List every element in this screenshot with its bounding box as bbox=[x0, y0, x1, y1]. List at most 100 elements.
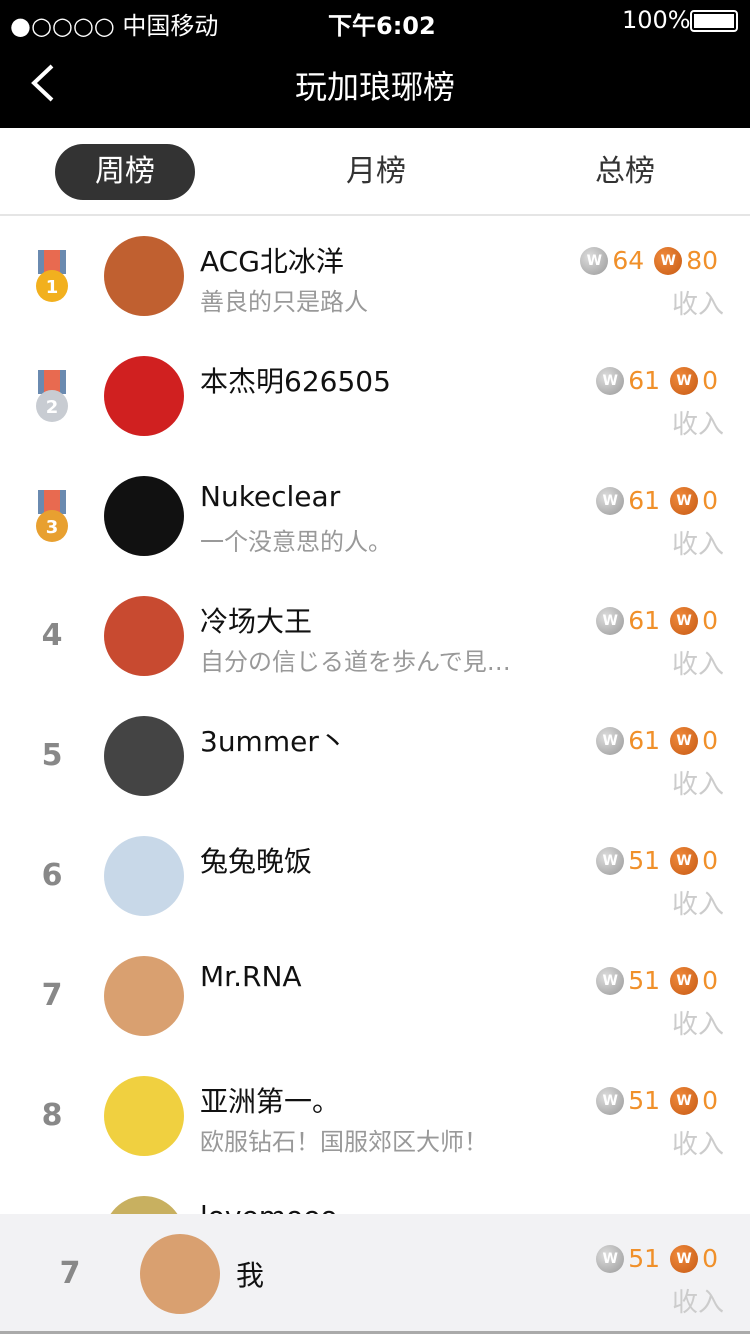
bronze-medal-icon: 3 bbox=[36, 490, 68, 542]
silver-coin-icon: W bbox=[596, 1086, 625, 1115]
income-label: 收入 bbox=[671, 1130, 724, 1160]
user-signature: 善良的只是路人 bbox=[200, 288, 368, 316]
user-name: 我 bbox=[236, 1259, 265, 1292]
user-name: Nukeclear bbox=[200, 480, 341, 513]
bronze-coin-icon: W bbox=[670, 846, 699, 875]
silver-count: 51 bbox=[628, 966, 661, 995]
bronze-count: 0 bbox=[702, 1244, 718, 1273]
tab-weekly[interactable]: 周榜 bbox=[55, 144, 195, 200]
battery-icon bbox=[690, 10, 738, 32]
bronze-count: 0 bbox=[702, 966, 718, 995]
silver-count: 61 bbox=[628, 726, 661, 755]
income-label: 收入 bbox=[671, 530, 724, 560]
avatar[interactable] bbox=[104, 956, 184, 1036]
silver-coin-icon: W bbox=[596, 846, 625, 875]
income-label: 收入 bbox=[671, 770, 724, 800]
status-bar: ●○○○○ 中国移动 下午6:02 100% bbox=[0, 0, 750, 40]
rank-number: 7 bbox=[41, 978, 63, 1013]
bronze-count: 0 bbox=[702, 726, 718, 755]
user-name: 3ummer丶 bbox=[200, 725, 347, 758]
income-label: 收入 bbox=[671, 410, 724, 440]
list-item[interactable]: 6 兔兔晚饭 W 51 W0 收入 bbox=[0, 816, 750, 936]
silver-coin-icon: W bbox=[580, 246, 609, 275]
coins: W 64 W 80 bbox=[570, 246, 718, 275]
list-item[interactable]: 7 Mr.RNA W 51 W0 收入 bbox=[0, 936, 750, 1056]
svg-text:2: 2 bbox=[46, 397, 59, 418]
gold-medal-icon: 1 bbox=[36, 250, 68, 302]
user-name: 亚洲第一。 bbox=[200, 1085, 341, 1118]
avatar[interactable] bbox=[104, 716, 184, 796]
silver-count: 51 bbox=[628, 1086, 661, 1115]
silver-coin-icon: W bbox=[596, 726, 625, 755]
list-item[interactable]: 3 Nukeclear 一个没意思的人。 W 61 W0 收入 bbox=[0, 456, 750, 576]
list-item[interactable]: 1 ACG北冰洋 善良的只是路人 W 64 W 80 收入 bbox=[0, 216, 750, 336]
avatar[interactable] bbox=[104, 1076, 184, 1156]
silver-coin-icon: W bbox=[596, 486, 625, 515]
coins: W 61 W0 bbox=[586, 486, 718, 515]
income-label: 收入 bbox=[671, 290, 724, 320]
user-name: 冷场大王 bbox=[200, 605, 313, 638]
bronze-count: 80 bbox=[686, 246, 718, 275]
user-name: Mr.RNA bbox=[200, 960, 302, 993]
user-name: ACG北冰洋 bbox=[200, 245, 344, 278]
page-title: 玩加琅琊榜 bbox=[294, 68, 455, 106]
coins: W 61 W0 bbox=[586, 726, 718, 755]
my-rank-row[interactable]: 7 我 W 51 W0 收入 bbox=[0, 1214, 750, 1334]
tab-bar: 周榜 月榜 总榜 bbox=[0, 128, 750, 216]
silver-coin-icon: W bbox=[596, 366, 625, 395]
user-name: 本杰明626505 bbox=[200, 365, 391, 398]
avatar[interactable] bbox=[104, 356, 184, 436]
user-signature: 一个没意思的人。 bbox=[200, 528, 392, 556]
bronze-count: 0 bbox=[702, 366, 718, 395]
avatar[interactable] bbox=[104, 836, 184, 916]
carrier: ●○○○○ 中国移动 bbox=[10, 12, 219, 40]
coins: W 61 W0 bbox=[586, 366, 718, 395]
user-name: 兔兔晚饭 bbox=[200, 845, 313, 878]
ranking-list: 1 ACG北冰洋 善良的只是路人 W 64 W 80 收入 2 本杰明626505 W… bbox=[0, 216, 750, 1296]
rank-number: 7 bbox=[59, 1256, 81, 1291]
silver-count: 61 bbox=[628, 606, 661, 635]
rank-number: 8 bbox=[41, 1098, 63, 1133]
silver-medal-icon: 2 bbox=[36, 370, 68, 422]
coins: W 51 W0 bbox=[586, 846, 718, 875]
silver-count: 61 bbox=[628, 366, 661, 395]
rank-number: 5 bbox=[41, 738, 63, 773]
list-item[interactable]: 8 亚洲第一。 欧服钻石！国服郊区大师！ W 51 W0 收入 bbox=[0, 1056, 750, 1176]
bronze-coin-icon: W bbox=[670, 366, 699, 395]
income-label: 收入 bbox=[671, 650, 724, 680]
coins: W 51 W0 bbox=[586, 1086, 718, 1115]
income-label: 收入 bbox=[671, 1288, 724, 1318]
list-item[interactable]: 2 本杰明626505 W 61 W0 收入 bbox=[0, 336, 750, 456]
list-item[interactable]: 4 冷场大王 自分の信じる道を歩んで見… W 61 W0 收入 bbox=[0, 576, 750, 696]
clock: 下午6:02 bbox=[328, 12, 436, 40]
bronze-coin-icon: W bbox=[670, 486, 699, 515]
user-signature: 自分の信じる道を歩んで見… bbox=[200, 648, 511, 676]
bronze-coin-icon: W bbox=[670, 606, 699, 635]
user-signature: 欧服钻石！国服郊区大师！ bbox=[200, 1128, 488, 1156]
list-item[interactable]: 5 3ummer丶 W 61 W0 收入 bbox=[0, 696, 750, 816]
avatar[interactable] bbox=[104, 596, 184, 676]
tab-overall[interactable]: 总榜 bbox=[555, 144, 695, 200]
silver-count: 51 bbox=[628, 1244, 661, 1273]
rank-number: 6 bbox=[41, 858, 63, 893]
avatar[interactable] bbox=[104, 476, 184, 556]
nav-bar: 玩加琅琊榜 bbox=[0, 40, 750, 128]
bronze-coin-icon: W bbox=[670, 966, 699, 995]
battery-percent: 100% bbox=[622, 6, 691, 34]
svg-text:1: 1 bbox=[46, 277, 59, 298]
silver-count: 64 bbox=[612, 246, 645, 275]
silver-count: 51 bbox=[628, 846, 661, 875]
bronze-count: 0 bbox=[702, 846, 718, 875]
bronze-coin-icon: W bbox=[654, 246, 683, 275]
avatar[interactable] bbox=[104, 236, 184, 316]
tab-monthly[interactable]: 月榜 bbox=[306, 144, 446, 200]
bronze-coin-icon: W bbox=[670, 1244, 699, 1273]
bronze-coin-icon: W bbox=[670, 1086, 699, 1115]
bronze-count: 0 bbox=[702, 486, 718, 515]
coins: W 61 W0 bbox=[586, 606, 718, 635]
bronze-count: 0 bbox=[702, 606, 718, 635]
income-label: 收入 bbox=[671, 890, 724, 920]
bronze-count: 0 bbox=[702, 1086, 718, 1115]
coins: W 51 W0 bbox=[586, 1244, 718, 1273]
svg-text:3: 3 bbox=[46, 517, 59, 538]
